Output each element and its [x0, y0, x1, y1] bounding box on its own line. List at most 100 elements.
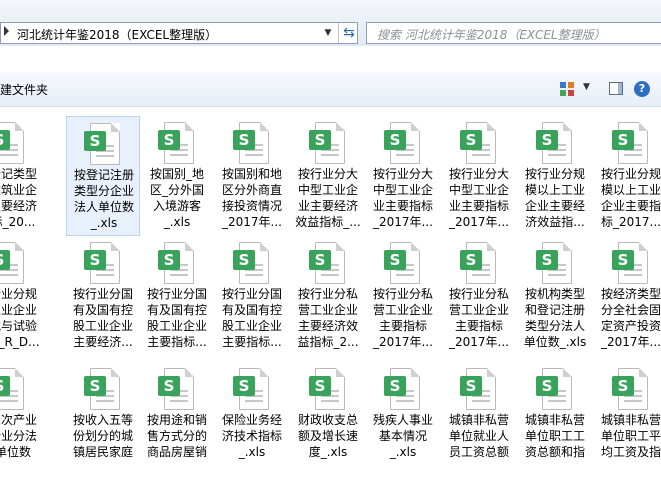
- file-item[interactable]: S 按机构类型 和登记注册 类型分法人 单位数_.xls: [518, 236, 592, 356]
- file-item[interactable]: S 按行业分国 有及国有控 股工业企业 主要经济...: [66, 236, 140, 356]
- file-name-line: 额及增长速: [297, 429, 358, 443]
- address-path[interactable]: 河北统计年鉴2018（EXCEL整理版）: [17, 26, 217, 43]
- file-name-line: 股工业企业: [221, 319, 282, 333]
- breadcrumb-arrow-icon[interactable]: [4, 26, 9, 36]
- file-item[interactable]: S按行业分规上工业企业研究与试验发展_R_D...: [0, 236, 44, 356]
- file-name-line: 份划分的城: [72, 429, 133, 443]
- file-name-line: 主要经济...: [73, 335, 133, 349]
- file-item[interactable]: S 按行业分私 营工业企业 主要指标 _2017年...: [442, 236, 516, 356]
- file-name-line: 按行业分国: [221, 287, 282, 301]
- file-item[interactable]: S 按行业分大 中型工业企 业主要经济 效益指标_...: [291, 116, 365, 236]
- file-item[interactable]: S 按行业分规 模以上工业 企业主要经 济效益指...: [518, 116, 592, 236]
- file-item[interactable]: S 按行业分国 有及国有控 股工业企业 主要指标...: [140, 236, 214, 356]
- file-item[interactable]: S 按行业分私 营工业企业 主要经济效 益指标_2...: [291, 236, 365, 356]
- excel-file-icon: S: [460, 242, 498, 284]
- excel-file-icon: S: [309, 242, 347, 284]
- file-item[interactable]: S 城镇非私营 单位就业人 员工资总额: [442, 362, 516, 482]
- file-name-line: 中型工业企: [297, 183, 358, 197]
- file-item[interactable]: S按登记类型分建筑业企业主要经济指标_20...: [0, 116, 44, 236]
- file-name: 按经济类型 分全社会固 定资产投资 _2017年...: [594, 286, 661, 350]
- address-history-dropdown-icon[interactable]: ▼: [320, 25, 336, 41]
- address-bar[interactable]: 河北统计年鉴2018（EXCEL整理版） ▼ ⇆: [0, 22, 358, 44]
- file-name-line: 股工业企业: [146, 319, 207, 333]
- file-name-line: 标_2017...: [601, 215, 661, 229]
- excel-file-icon: S: [460, 122, 498, 164]
- file-item[interactable]: S 按用途和销 售方式分的 商品房屋销: [140, 362, 214, 482]
- excel-file-icon: S: [536, 122, 574, 164]
- file-name: 按行业分国 有及国有控 股工业企业 主要经济...: [66, 286, 140, 350]
- file-name: 城镇非私营 单位就业人 员工资总额: [442, 412, 516, 460]
- file-item[interactable]: S 按行业分大 中型工业企 业主要指标 _2017年...: [442, 116, 516, 236]
- excel-file-icon: S: [158, 242, 196, 284]
- new-folder-button[interactable]: 建文件夹: [0, 81, 48, 98]
- file-item[interactable]: S 按国别和地 区分外商直 接投资情况 _2017年...: [215, 116, 289, 236]
- file-item[interactable]: S 城镇非私营 单位职工工 资总额和指: [518, 362, 592, 482]
- file-item[interactable]: S 城镇非私营 单位职工平 均工资及指: [594, 362, 661, 482]
- toolbar-gap: [0, 46, 661, 72]
- change-view-icon[interactable]: [560, 82, 574, 96]
- file-name-line: 中型工业企: [372, 183, 433, 197]
- file-name-line: 按用途和销: [146, 413, 207, 427]
- file-name-line: 业主要经济: [0, 199, 37, 213]
- file-name-line: _2017年...: [373, 335, 433, 349]
- file-name-line: 营工业企业: [372, 303, 433, 317]
- excel-file-icon: S: [460, 368, 498, 410]
- file-name-line: 分建筑业企: [0, 183, 37, 197]
- file-name-line: 度_.xls: [308, 445, 348, 459]
- file-item[interactable]: S 按行业分规 模以上工业 企业主要指 标_2017...: [594, 116, 661, 236]
- file-item[interactable]: S 按行业分国 有及国有控 股工业企业 主要指标...: [215, 236, 289, 356]
- refresh-icon[interactable]: ⇆: [338, 23, 359, 43]
- file-item[interactable]: S 按国别_地 区_分外国 入境游客 _.xls: [140, 116, 214, 236]
- search-input[interactable]: 搜索 河北统计年鉴2018（EXCEL整理版）: [366, 22, 661, 44]
- file-name-line: 主要指标: [454, 319, 503, 333]
- file-name-line: 效益指标_...: [295, 215, 361, 229]
- file-name-line: 有及国有控: [221, 303, 282, 317]
- excel-file-icon: S: [0, 242, 26, 284]
- file-name-line: 按行业分国: [146, 287, 207, 301]
- file-item[interactable]: S 按行业分私 营工业企业 主要指标 _2017年...: [366, 236, 440, 356]
- file-name-line: 业主要指标: [448, 199, 509, 213]
- file-name: 按行业分私 营工业企业 主要指标 _2017年...: [442, 286, 516, 350]
- file-item[interactable]: S 残疾人事业 基本情况 _.xls: [366, 362, 440, 482]
- file-name-line: 类型分法人: [524, 319, 585, 333]
- file-name-line: 员工资总额: [448, 445, 509, 459]
- excel-file-icon: S: [84, 242, 122, 284]
- file-name-line: 业主要经济: [297, 199, 358, 213]
- file-name-line: 按行业分大: [297, 167, 358, 181]
- preview-pane-icon[interactable]: [609, 82, 623, 95]
- file-name-line: _2017年...: [449, 335, 509, 349]
- file-name: 按国别_地 区_分外国 入境游客 _.xls: [140, 166, 214, 230]
- file-name-line: 济效益指...: [525, 215, 585, 229]
- excel-file-icon: S: [233, 242, 271, 284]
- file-item[interactable]: S 财政收支总 额及增长速 度_.xls: [291, 362, 365, 482]
- file-name-line: _2017年...: [601, 335, 661, 349]
- file-name-line: 研究与试验: [0, 319, 37, 333]
- file-name-line: 按行业分规: [0, 287, 37, 301]
- file-name: 按行业分规 模以上工业 企业主要指 标_2017...: [594, 166, 661, 230]
- file-name-line: _2017年...: [449, 215, 509, 229]
- file-item[interactable]: S 按收入五等 份划分的城 镇居民家庭: [66, 362, 140, 482]
- file-name-line: 主要指标...: [222, 335, 282, 349]
- excel-file-icon: S: [536, 242, 574, 284]
- file-name-line: _.xls: [163, 215, 191, 229]
- file-name-line: 按机构类型: [524, 287, 585, 301]
- file-name-line: 上工业企业: [0, 303, 37, 317]
- file-name-line: 财政收支总: [297, 413, 358, 427]
- file-name: 残疾人事业 基本情况 _.xls: [366, 412, 440, 460]
- file-name-line: _.xls: [389, 445, 417, 459]
- file-name-line: 益指标_2...: [297, 335, 359, 349]
- file-name-line: 接投资情况: [221, 199, 282, 213]
- file-name-line: 按行业分大: [448, 167, 509, 181]
- view-options-dropdown-icon[interactable]: ▼: [583, 82, 590, 92]
- excel-file-icon: S: [536, 368, 574, 410]
- file-name-line: 城镇非私营: [448, 413, 509, 427]
- file-name: 按行业分国有及国有控股工业企业主要指标...: [215, 286, 289, 350]
- file-name: 城镇非私营 单位职工平 均工资及指: [594, 412, 661, 460]
- file-item[interactable]: S 按行业分大 中型工业企 业主要指标 _2017年...: [366, 116, 440, 236]
- file-item[interactable]: S按三次产业和行业分法人单位数: [0, 362, 44, 482]
- file-item[interactable]: S 保险业务经 济技术指标 _.xls: [215, 362, 289, 482]
- file-item[interactable]: S 按经济类型 分全社会固 定资产投资 _2017年...: [594, 236, 661, 356]
- help-icon[interactable]: ?: [634, 81, 650, 97]
- file-name-line: _2017年...: [222, 215, 282, 229]
- file-item[interactable]: S 按登记注册 类型分企业 法人单位数 _.xls: [66, 116, 140, 236]
